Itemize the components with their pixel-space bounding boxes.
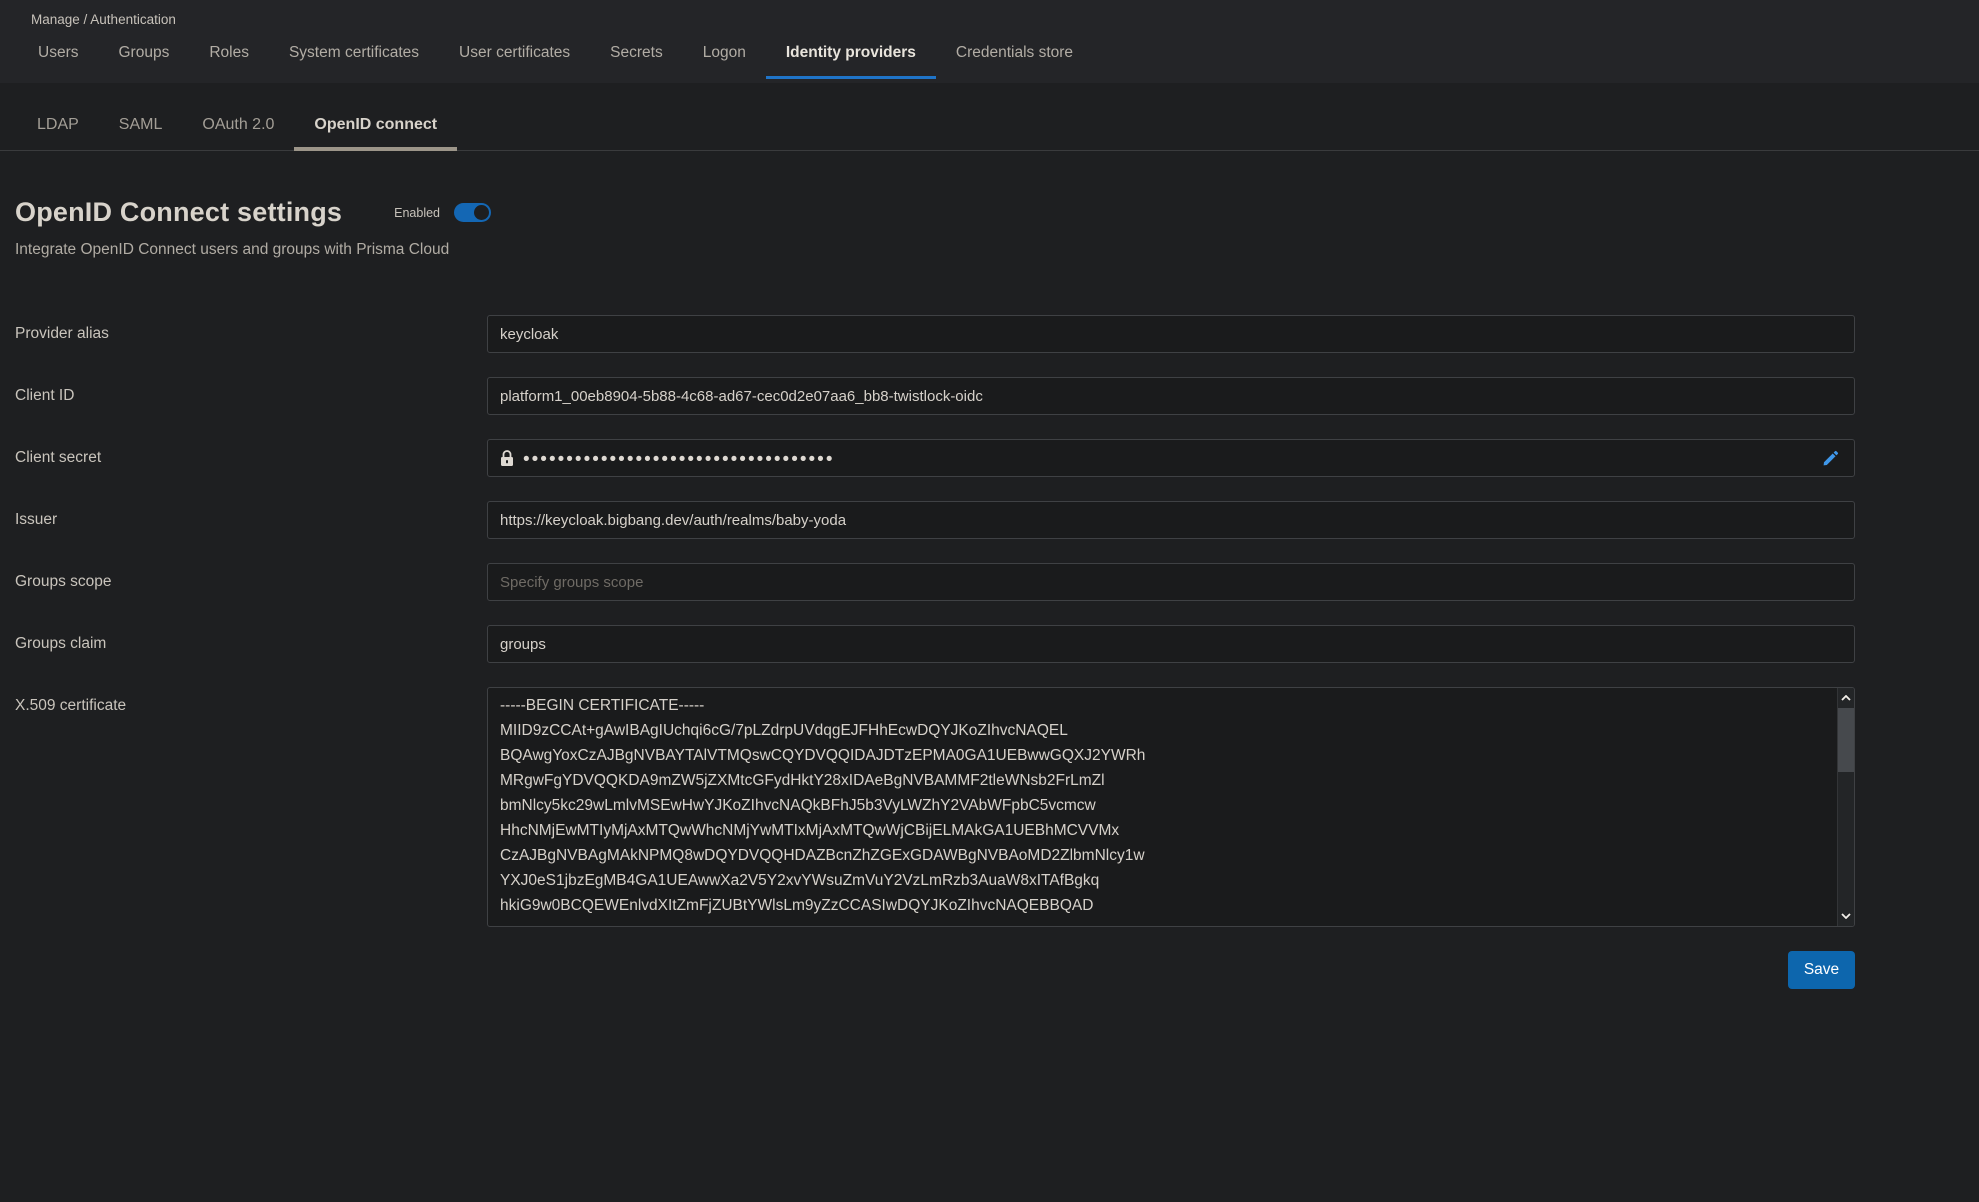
groups-scope-row: Groups scope [15, 563, 1855, 601]
breadcrumb: Manage / Authentication [0, 0, 1979, 27]
tab-identity-providers[interactable]: Identity providers [766, 44, 936, 79]
toggle-knob [474, 205, 489, 220]
client-secret-row: Client secret ••••••••••••••••••••••••••… [15, 439, 1855, 477]
tab-groups[interactable]: Groups [98, 44, 189, 79]
x509-certificate-textarea[interactable]: -----BEGIN CERTIFICATE----- MIID9zCCAt+g… [488, 688, 1833, 926]
page-title: OpenID Connect settings [15, 197, 342, 228]
issuer-input[interactable] [487, 501, 1855, 539]
x509-certificate-row: X.509 certificate -----BEGIN CERTIFICATE… [15, 687, 1855, 927]
tab-users[interactable]: Users [18, 44, 98, 79]
x509-certificate-field: -----BEGIN CERTIFICATE----- MIID9zCCAt+g… [487, 687, 1855, 927]
client-id-row: Client ID [15, 377, 1855, 415]
subtab-oauth2[interactable]: OAuth 2.0 [182, 116, 294, 151]
tab-logon[interactable]: Logon [683, 44, 766, 79]
scrollbar-track[interactable] [1838, 708, 1854, 906]
subtab-saml[interactable]: SAML [99, 116, 183, 151]
groups-claim-label: Groups claim [15, 625, 487, 663]
identity-provider-tab-bar: LDAP SAML OAuth 2.0 OpenID connect [0, 107, 1979, 151]
client-id-label: Client ID [15, 377, 487, 415]
tab-credentials-store[interactable]: Credentials store [936, 44, 1093, 79]
textarea-scrollbar[interactable] [1837, 688, 1854, 926]
top-header: Manage / Authentication Users Groups Rol… [0, 0, 1979, 83]
provider-alias-label: Provider alias [15, 315, 487, 353]
page-description: Integrate OpenID Connect users and group… [15, 241, 1870, 259]
client-secret-field: •••••••••••••••••••••••••••••••••••• [487, 439, 1855, 477]
provider-alias-row: Provider alias [15, 315, 1855, 353]
issuer-row: Issuer [15, 501, 1855, 539]
subtab-openid-connect[interactable]: OpenID connect [294, 116, 457, 151]
subtab-ldap[interactable]: LDAP [17, 116, 99, 151]
lock-icon [500, 450, 514, 467]
groups-scope-input[interactable] [487, 563, 1855, 601]
x509-certificate-label: X.509 certificate [15, 687, 487, 927]
scrollbar-thumb[interactable] [1838, 708, 1854, 772]
client-secret-label: Client secret [15, 439, 487, 477]
openid-settings-panel: OpenID Connect settings Enabled Integrat… [0, 197, 1870, 989]
tab-user-certificates[interactable]: User certificates [439, 44, 590, 79]
groups-claim-row: Groups claim [15, 625, 1855, 663]
tab-secrets[interactable]: Secrets [590, 44, 683, 79]
provider-alias-input[interactable] [487, 315, 1855, 353]
client-secret-masked-value: •••••••••••••••••••••••••••••••••••• [523, 448, 834, 469]
issuer-label: Issuer [15, 501, 487, 539]
chevron-up-icon[interactable] [1838, 688, 1854, 708]
title-row: OpenID Connect settings Enabled [15, 197, 1870, 228]
enabled-label: Enabled [394, 206, 440, 220]
save-row: Save [15, 951, 1855, 989]
groups-claim-input[interactable] [487, 625, 1855, 663]
main-tab-bar: Users Groups Roles System certificates U… [0, 27, 1979, 79]
client-id-input[interactable] [487, 377, 1855, 415]
pencil-icon[interactable] [1818, 446, 1842, 470]
save-button[interactable]: Save [1788, 951, 1855, 989]
openid-settings-form: Provider alias Client ID Client secret •… [15, 315, 1855, 927]
chevron-down-icon[interactable] [1838, 906, 1854, 926]
tab-roles[interactable]: Roles [189, 44, 269, 79]
groups-scope-label: Groups scope [15, 563, 487, 601]
enabled-toggle[interactable] [454, 203, 491, 222]
tab-system-certificates[interactable]: System certificates [269, 44, 439, 79]
